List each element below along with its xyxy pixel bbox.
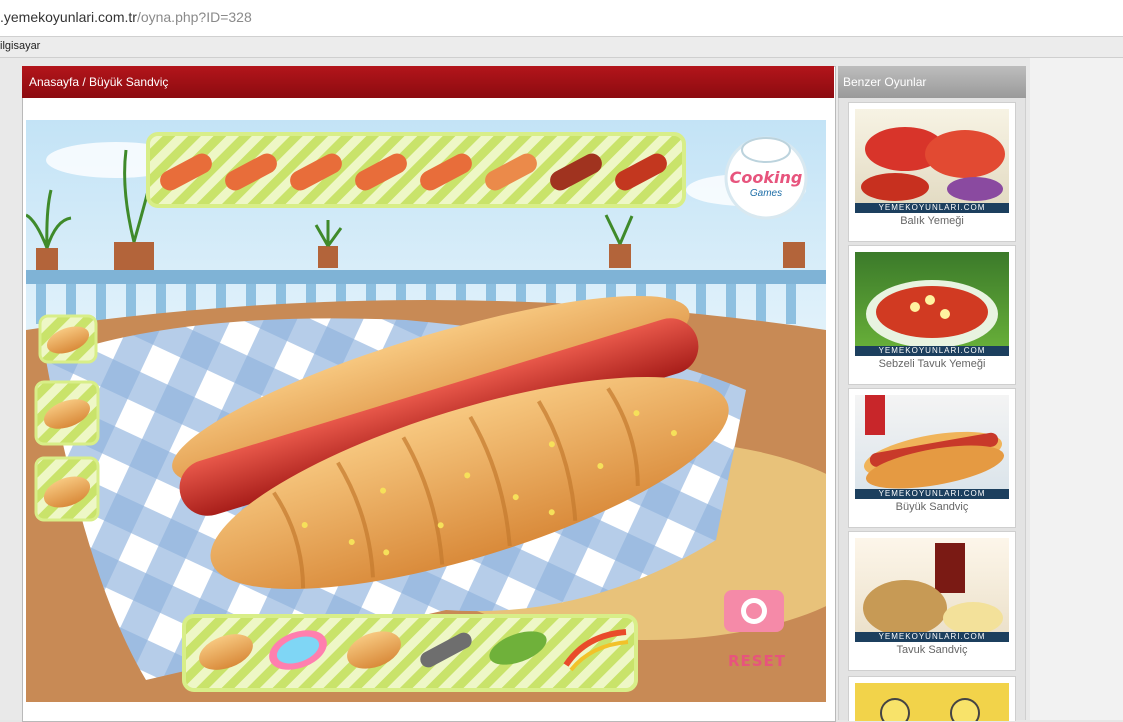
related-game-card[interactable]: YEMEKOYUNLARI.COM Tavuk Sandviç — [848, 531, 1016, 671]
reset-button[interactable]: RESET — [724, 652, 790, 670]
cooking-games-logo: Cooking — [729, 168, 803, 187]
hotdog-thumb-art — [863, 395, 1005, 489]
salad-thumb-art — [866, 280, 998, 348]
related-game-card[interactable]: YEMEKOYUNLARI.COM Sebzeli Tavuk Yemeği — [848, 245, 1016, 385]
card-label[interactable]: Tavuk Sandviç — [849, 644, 1015, 656]
related-game-card-partial[interactable] — [848, 676, 1016, 721]
address-bar: .yemekoyunlari.com.tr/oyna.php?ID=328 — [0, 0, 1123, 37]
chicken-sandwich-thumb-art — [863, 543, 1003, 636]
game-thumbnail[interactable]: YEMEKOYUNLARI.COM — [855, 538, 1009, 642]
game-thumbnail[interactable] — [855, 683, 1009, 721]
related-game-card[interactable]: YEMEKOYUNLARI.COM Balık Yemeği — [848, 102, 1016, 242]
thumb-watermark: YEMEKOYUNLARI.COM — [855, 346, 1009, 356]
url-path: /oyna.php?ID=328 — [136, 9, 252, 25]
game-thumbnail[interactable]: YEMEKOYUNLARI.COM — [855, 252, 1009, 356]
thumb-watermark: YEMEKOYUNLARI.COM — [855, 632, 1009, 642]
sidebar-title: Benzer Oyunlar — [843, 75, 927, 89]
card-label[interactable]: Balık Yemeği — [849, 215, 1015, 227]
breadcrumb[interactable]: Anasayfa / Büyük Sandviç — [29, 75, 168, 89]
left-bun-tray — [34, 314, 100, 522]
thumb-watermark: YEMEKOYUNLARI.COM — [855, 489, 1009, 499]
game-thumbnail[interactable]: YEMEKOYUNLARI.COM — [855, 109, 1009, 213]
camera-icon[interactable] — [724, 590, 784, 632]
cartoon-thumb-art — [880, 698, 980, 721]
sidebar-header: Benzer Oyunlar — [838, 66, 1026, 98]
right-gutter — [1030, 58, 1123, 720]
game-thumbnail[interactable]: YEMEKOYUNLARI.COM — [855, 395, 1009, 499]
related-game-card[interactable]: YEMEKOYUNLARI.COM Büyük Sandviç — [848, 388, 1016, 528]
breadcrumb-bar: Anasayfa / Büyük Sandviç — [22, 66, 834, 98]
url-host: .yemekoyunlari.com.tr — [0, 9, 137, 25]
url-field[interactable]: .yemekoyunlari.com.tr/oyna.php?ID=328 — [0, 9, 252, 25]
card-label[interactable]: Sebzeli Tavuk Yemeği — [849, 358, 1015, 370]
lobster-thumb-art — [861, 127, 1005, 201]
card-label[interactable]: Büyük Sandviç — [849, 501, 1015, 513]
bookmarks-bar: ilgisayar — [0, 37, 1123, 58]
bookmark-item[interactable]: ilgisayar — [0, 40, 40, 52]
game-canvas[interactable]: Cooking Games RESET — [26, 120, 826, 702]
cooking-games-logo-sub: Games — [749, 188, 783, 199]
game-scene — [26, 132, 826, 702]
thumb-watermark: YEMEKOYUNLARI.COM — [855, 203, 1009, 213]
